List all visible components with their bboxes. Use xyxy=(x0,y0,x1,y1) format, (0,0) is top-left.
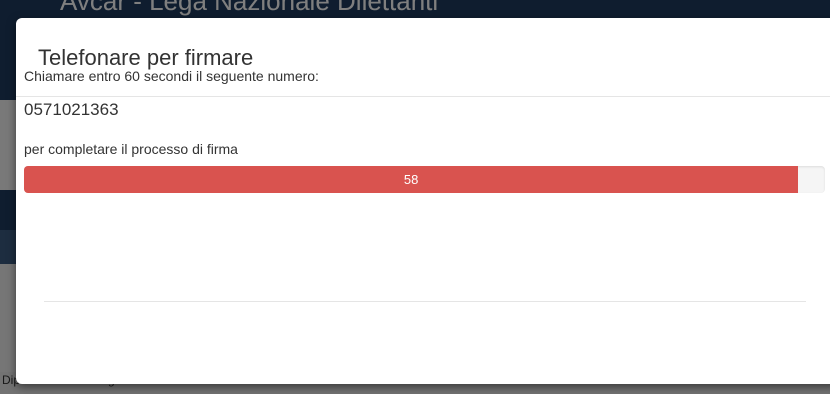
completion-instruction-text: per completare il processo di firma xyxy=(24,141,238,157)
countdown-progress-track: 58 xyxy=(24,166,825,193)
modal-header: Telefonare per firmare xyxy=(16,18,830,97)
sign-by-phone-modal: Telefonare per firmare Chiamare entro 60… xyxy=(16,18,830,384)
call-instruction-text: Chiamare entro 60 secondi il seguente nu… xyxy=(24,68,319,84)
countdown-progress-label: 58 xyxy=(403,172,419,187)
phone-number: 0571021363 xyxy=(24,100,119,119)
modal-footer-divider xyxy=(44,301,806,302)
countdown-progress-bar: 58 xyxy=(24,166,799,193)
